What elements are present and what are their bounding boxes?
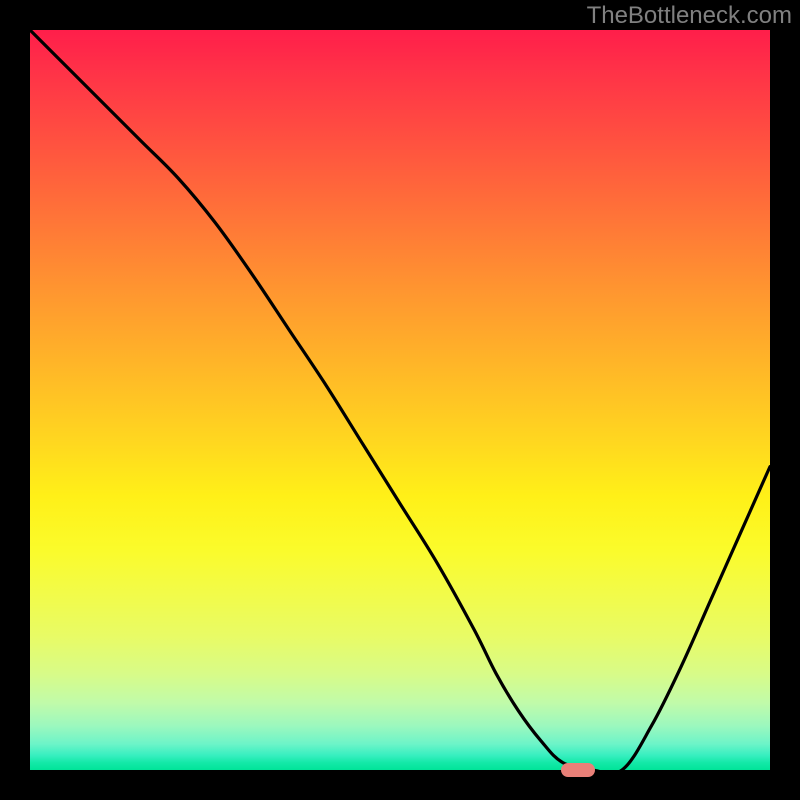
plot-area xyxy=(30,30,770,770)
watermark-text: TheBottleneck.com xyxy=(587,2,792,30)
bottleneck-curve xyxy=(30,30,770,770)
chart-container: TheBottleneck.com xyxy=(0,0,800,800)
optimal-point-marker xyxy=(561,763,595,777)
curve-layer xyxy=(30,30,770,770)
